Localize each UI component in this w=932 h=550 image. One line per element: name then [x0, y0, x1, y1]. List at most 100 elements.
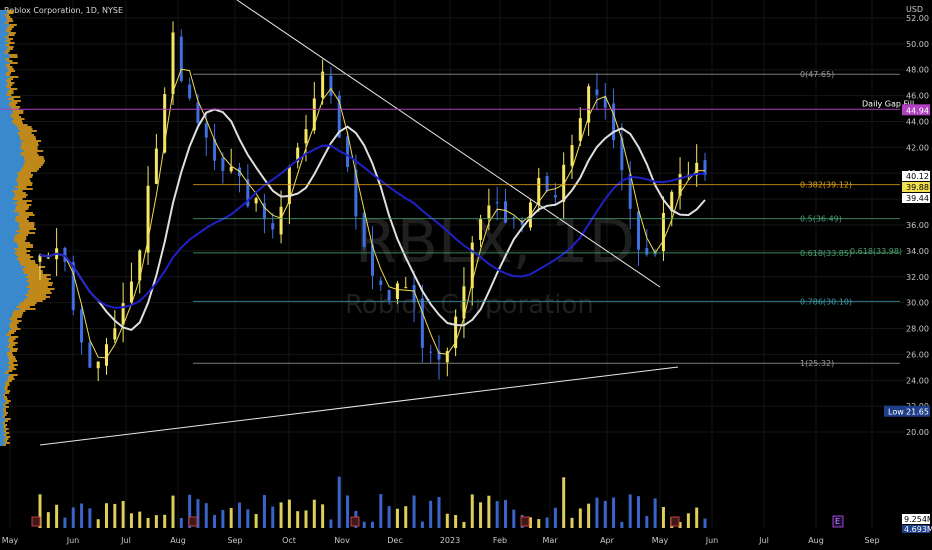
profile-bar-blue: [0, 166, 23, 168]
profile-bar-blue: [0, 22, 5, 24]
candle-body: [271, 223, 275, 230]
profile-bar-blue: [0, 94, 7, 96]
volume-bar: [154, 515, 158, 528]
profile-bar-blue: [0, 238, 15, 240]
profile-bar-blue: [0, 264, 21, 266]
profile-bar-blue: [0, 128, 18, 130]
profile-bar-blue: [0, 64, 6, 66]
profile-bar-blue: [0, 262, 20, 264]
profile-bar-blue: [0, 52, 5, 54]
profile-bar-blue: [0, 90, 8, 92]
price-tick: 30.00: [906, 299, 929, 308]
volume-bar: [661, 507, 665, 528]
profile-bar-blue: [0, 152, 21, 154]
profile-bar-blue: [0, 364, 10, 366]
price-badge-low-text: 39.44: [906, 194, 929, 203]
candle-body: [129, 281, 133, 303]
volume-bar: [479, 502, 483, 528]
profile-bar-blue: [0, 184, 18, 186]
profile-bar-blue: [0, 122, 13, 124]
chart-screenshot: Roblox Corporation, 1D, NYSE USD RBLX, 1D R…: [0, 0, 932, 550]
candle-body: [204, 123, 208, 138]
volume-bar: [362, 521, 366, 528]
profile-bar-blue: [0, 98, 8, 100]
volume-bar: [637, 496, 640, 528]
candle-body: [387, 290, 391, 301]
volume-bar: [404, 506, 408, 528]
profile-bar-blue: [0, 412, 5, 414]
profile-bar-blue: [0, 148, 21, 150]
fib-label: 0.618(33.85): [800, 249, 852, 258]
volume-bar: [163, 514, 167, 528]
profile-bar-blue: [0, 260, 20, 262]
profile-bar-blue: [0, 354, 8, 356]
profile-bar-blue: [0, 272, 24, 274]
candle-body: [154, 148, 158, 184]
profile-bar-blue: [0, 48, 8, 50]
profile-bar-blue: [0, 288, 30, 290]
price-tick: 42.00: [906, 143, 929, 152]
profile-bar-blue: [0, 76, 11, 78]
profile-bar-blue: [0, 374, 10, 376]
volume-bar: [179, 517, 183, 528]
candle-body: [553, 195, 557, 198]
profile-bar-blue: [0, 352, 7, 354]
profile-bar-blue: [0, 224, 19, 226]
volume-bar: [703, 518, 707, 528]
profile-bar-blue: [0, 290, 28, 292]
profile-bar-blue: [0, 106, 12, 108]
fib-label: 0.382(39.12): [800, 181, 852, 190]
volume-bar: [271, 506, 275, 528]
volume-bar: [420, 521, 424, 528]
profile-bar-blue: [0, 220, 16, 222]
candle-body: [578, 118, 582, 141]
gap-fill-value: 44.94: [906, 106, 929, 115]
volume-bar: [80, 503, 84, 528]
price-tick: 24.00: [906, 376, 929, 385]
candle-body: [279, 206, 283, 235]
earnings-marker: [31, 516, 41, 527]
price-tick: 26.00: [906, 350, 929, 359]
volume-bar: [595, 497, 599, 528]
profile-bar-blue: [0, 174, 19, 176]
profile-bar-blue: [0, 182, 18, 184]
profile-bar-blue: [0, 126, 18, 128]
profile-bar-blue: [0, 366, 8, 368]
x-tick: May: [652, 536, 669, 545]
profile-bar-blue: [0, 26, 8, 28]
volume-bar: [246, 509, 250, 528]
profile-bar-blue: [0, 376, 8, 378]
x-tick: 2023: [440, 536, 460, 545]
profile-bar-blue: [0, 370, 7, 372]
candle-body: [171, 32, 175, 95]
volume-bar: [645, 516, 649, 528]
profile-bar-blue: [0, 432, 6, 434]
volume-bar: [686, 513, 690, 528]
profile-bar-blue: [0, 292, 29, 294]
symbol-title: Roblox Corporation, 1D, NYSE: [4, 6, 123, 15]
profile-bar-blue: [0, 58, 6, 60]
profile-bar-blue: [0, 188, 18, 190]
profile-bar-blue: [0, 78, 8, 80]
candle-body: [96, 361, 100, 369]
earnings-marker: [188, 516, 198, 527]
profile-bar-blue: [0, 284, 29, 286]
profile-bar-blue: [0, 170, 21, 172]
earnings-marker: [520, 516, 530, 527]
candle-body: [188, 84, 192, 99]
profile-bar-blue: [0, 200, 18, 202]
volume-bar: [653, 498, 657, 528]
profile-bar-blue: [0, 360, 10, 362]
profile-bar-blue: [0, 372, 5, 374]
volume-bar: [387, 506, 391, 528]
profile-bar-blue: [0, 348, 10, 350]
profile-bar-blue: [0, 158, 25, 160]
profile-bar-blue: [0, 202, 15, 204]
profile-bar-blue: [0, 72, 7, 74]
profile-bar-blue: [0, 422, 3, 424]
profile-bar-blue: [0, 62, 10, 64]
volume-bar: [138, 511, 142, 528]
price-chart[interactable]: Roblox Corporation, 1D, NYSE USDRBLX, 1DR…: [0, 0, 932, 550]
profile-bar-blue: [0, 424, 4, 426]
profile-bar-blue: [0, 24, 10, 26]
